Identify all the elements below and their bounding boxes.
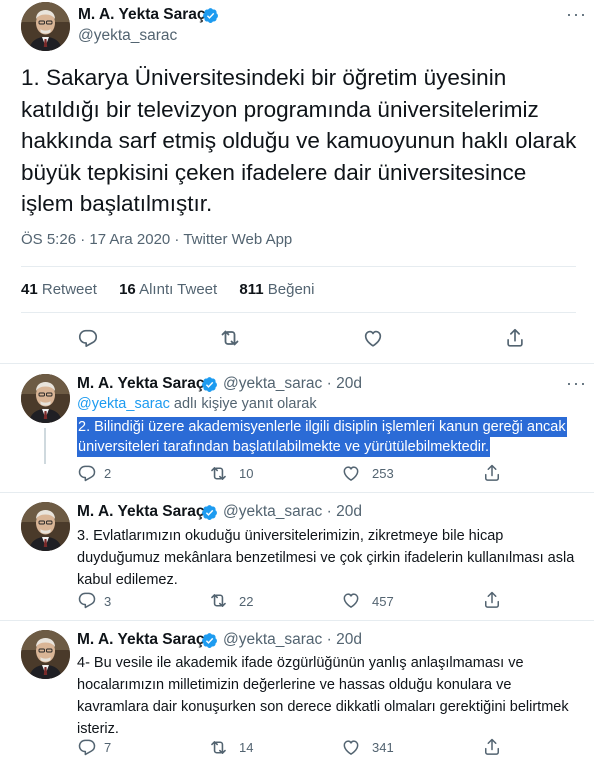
verified-icon bbox=[201, 632, 218, 649]
more-icon[interactable]: ··· bbox=[566, 4, 587, 25]
retweet-icon[interactable] bbox=[208, 737, 229, 758]
author-handle[interactable]: @yekta_sarac bbox=[78, 27, 177, 45]
tweet-text: 3. Evlatlarımızın okuduğu üniversiteleri… bbox=[77, 528, 575, 588]
tweet-stats: 41 Retweet 16 Alıntı Tweet 811 Beğeni bbox=[21, 281, 332, 298]
avatar[interactable] bbox=[21, 374, 70, 423]
tweet-text-line: 2. Bilindiği üzere akademisyenlerle ilgi… bbox=[77, 417, 567, 437]
avatar[interactable] bbox=[21, 630, 70, 679]
divider bbox=[0, 492, 594, 493]
quote-stat[interactable]: 16 Alıntı Tweet bbox=[119, 281, 217, 298]
like-icon[interactable] bbox=[341, 463, 361, 483]
reply-icon[interactable] bbox=[77, 463, 97, 483]
verified-icon bbox=[202, 7, 219, 24]
share-icon[interactable] bbox=[504, 327, 526, 349]
tweet-text-line: üniversiteleri tarafından başlatılabilme… bbox=[77, 437, 491, 457]
tweet-timestamp[interactable]: ÖS 5:26 · 17 Ara 2020 · Twitter Web App bbox=[21, 231, 292, 248]
verified-icon bbox=[201, 376, 218, 393]
author-name[interactable]: M. A. Yekta Saraç bbox=[77, 631, 205, 649]
like-count: 457 bbox=[372, 594, 394, 609]
like-icon[interactable] bbox=[341, 590, 361, 610]
divider bbox=[0, 620, 594, 621]
divider bbox=[21, 312, 576, 313]
like-icon[interactable] bbox=[362, 327, 384, 349]
author-handle[interactable]: @yekta_sarac · 20d bbox=[223, 375, 362, 393]
reply-icon[interactable] bbox=[77, 590, 97, 610]
more-icon[interactable]: ··· bbox=[566, 373, 587, 394]
like-icon[interactable] bbox=[341, 737, 361, 757]
retweet-count: 10 bbox=[239, 466, 254, 481]
like-count: 341 bbox=[372, 740, 394, 755]
avatar[interactable] bbox=[21, 502, 70, 551]
reply-count: 3 bbox=[104, 594, 112, 609]
author-handle[interactable]: @yekta_sarac · 20d bbox=[223, 503, 362, 521]
like-stat[interactable]: 811 Beğeni bbox=[239, 281, 314, 298]
tweet-text: 4- Bu vesile ile akademik ifade özgürlüğ… bbox=[77, 655, 569, 737]
retweet-icon[interactable] bbox=[208, 463, 229, 484]
share-icon[interactable] bbox=[482, 737, 502, 757]
replying-to-link[interactable]: @yekta_sarac bbox=[77, 396, 170, 412]
thread-line bbox=[44, 428, 46, 464]
author-handle[interactable]: @yekta_sarac · 20d bbox=[223, 631, 362, 649]
divider bbox=[0, 363, 594, 364]
divider bbox=[21, 266, 576, 267]
author-name[interactable]: M. A. Yekta Saraç bbox=[77, 503, 205, 521]
avatar[interactable] bbox=[21, 2, 70, 51]
retweet-count: 22 bbox=[239, 594, 254, 609]
like-count: 253 bbox=[372, 466, 394, 481]
reply-icon[interactable] bbox=[77, 737, 97, 757]
retweet-stat[interactable]: 41 Retweet bbox=[21, 281, 97, 298]
author-name[interactable]: M. A. Yekta Saraç bbox=[78, 6, 206, 24]
tweet-text: 1. Sakarya Üniversitesindeki bir öğretim… bbox=[21, 65, 577, 216]
share-icon[interactable] bbox=[482, 463, 502, 483]
reply-count: 2 bbox=[104, 466, 112, 481]
verified-icon bbox=[201, 504, 218, 521]
reply-count: 7 bbox=[104, 740, 112, 755]
retweet-icon[interactable] bbox=[208, 590, 229, 611]
retweet-icon[interactable] bbox=[218, 326, 242, 350]
retweet-count: 14 bbox=[239, 740, 254, 755]
author-name[interactable]: M. A. Yekta Saraç bbox=[77, 375, 205, 393]
replying-to: @yekta_sarac adlı kişiye yanıt olarak bbox=[77, 396, 317, 412]
reply-icon[interactable] bbox=[77, 327, 99, 349]
share-icon[interactable] bbox=[482, 590, 502, 610]
